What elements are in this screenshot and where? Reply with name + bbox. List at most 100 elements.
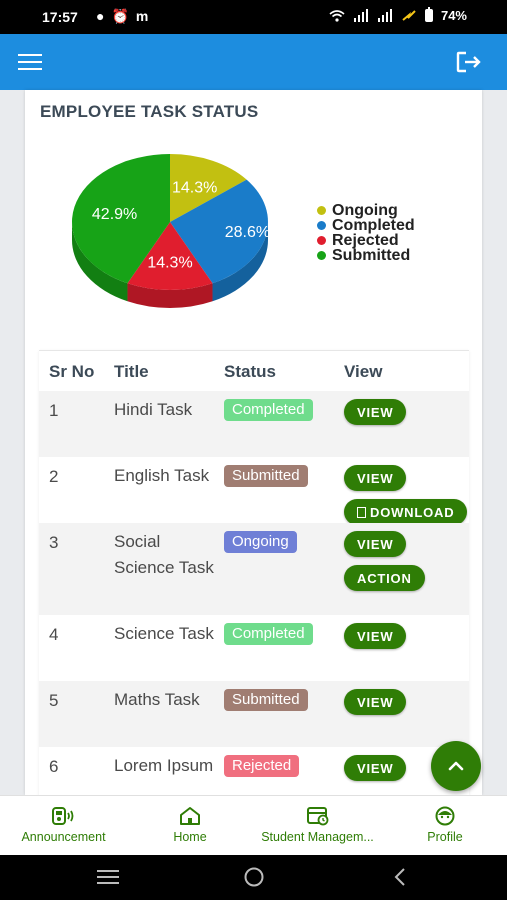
pie-label-ongoing: 14.3% [172,179,217,196]
task-table: Sr No Title Status View 1 Hindi Task Compl… [39,350,469,795]
button-label: VIEW [357,628,394,644]
cell-sr-no: 4 [49,625,59,644]
button-label: ACTION [357,570,412,586]
legend-dot [317,221,326,230]
logout-icon[interactable] [455,50,483,74]
scroll-to-top-button[interactable] [431,741,481,791]
cell-title: Maths Task [114,690,200,709]
legend-item-submitted: Submitted [317,246,415,264]
pie-label-completed: 28.6% [225,224,270,241]
cell-status: Ongoing [224,531,297,553]
button-label: DOWNLOAD [370,504,455,520]
view-button[interactable]: VIEW [344,465,407,491]
cell-status: Completed [224,623,313,645]
home-circle-icon[interactable] [242,867,266,887]
status-badge: Completed [224,399,313,421]
legend-dot [317,251,326,260]
cell-title: Hindi Task [114,400,193,419]
button-label: VIEW [357,536,394,552]
document-icon [357,506,366,518]
wifi-icon [329,10,345,22]
cell-title: Lorem Ipsum [114,756,214,775]
pie-label-submitted: 42.9% [92,206,137,223]
download-button[interactable]: DOWNLOAD [344,499,468,525]
table-row: 3 Social Science Task Ongoing VIEW ACTION [39,523,469,615]
recent-apps-icon[interactable] [95,867,121,887]
signal-icon-2 [377,9,392,22]
table-row: 1 Hindi Task Completed VIEW [39,391,469,457]
nav-home-label: Home [173,830,207,844]
view-button[interactable]: VIEW [344,399,407,425]
view-button[interactable]: VIEW [344,531,407,557]
cell-title: Social Science Task [114,532,214,577]
nav-announcement[interactable]: Announcement [6,796,121,856]
table-body: 1 Hindi Task Completed VIEW 2 English Task Sub… [39,391,469,795]
status-badge: Submitted [224,689,308,711]
view-button[interactable]: VIEW [344,623,407,649]
cell-status: Completed [224,399,313,421]
view-button[interactable]: VIEW [344,755,407,781]
pie-label-rejected: 14.3% [147,254,192,271]
cell-title: Science Task [114,624,214,643]
bottom-navigation: Announcement Home Student Managem... Pro… [0,795,507,855]
cell-actions: VIEW DOWNLOAD [344,465,468,525]
announcement-icon [51,807,73,825]
button-label: VIEW [357,760,394,776]
battery-saver-icon [402,10,416,21]
cell-sr-no: 2 [49,467,59,486]
cell-sr-no: 1 [49,401,59,420]
cell-sr-no: 3 [49,533,59,552]
header-status: Status [224,362,276,381]
cell-actions: VIEW [344,689,407,715]
button-label: VIEW [357,694,394,710]
profile-icon [435,806,455,826]
carrier-icon: m [135,8,149,24]
cell-actions: VIEW [344,755,407,781]
app-bar [0,34,507,90]
nav-profile[interactable]: Profile [410,796,480,856]
cell-title: English Task [114,466,210,485]
chevron-up-icon [448,761,464,771]
home-icon [180,807,200,825]
system-navigation-bar [0,855,507,900]
table-row: 4 Science Task Completed VIEW [39,615,469,681]
status-badge: Rejected [224,755,300,777]
legend-dot [317,236,326,245]
table-row: 5 Maths Task Submitted VIEW [39,681,469,747]
legend-label: Submitted [332,246,411,264]
student-management-icon [306,807,328,826]
cell-status: Rejected [224,755,300,777]
header-title: Title [114,362,149,381]
nav-student-management-label: Student Managem... [261,830,374,844]
nav-announcement-label: Announcement [21,830,106,844]
back-icon[interactable] [390,867,410,887]
alarm-clock-icon: ⏰ [111,8,129,24]
table-header: Sr No Title Status View [39,351,469,391]
cell-sr-no: 5 [49,691,59,710]
battery-icon [424,7,433,22]
main-content: EMPLOYEE TASK STATUS 14.3% 28.6% 14.3% 42.9… [25,90,482,795]
nav-student-management[interactable]: Student Managem... [250,796,385,856]
battery-percent: 74% [440,8,467,23]
status-badge: Completed [224,623,313,645]
header-sr-no: Sr No [49,362,95,381]
action-button[interactable]: ACTION [344,565,425,591]
status-bar: 17:57 ● ⏰ m 74% [0,0,507,34]
cell-status: Submitted [224,689,308,711]
notification-icons: ● ⏰ m [96,8,148,25]
legend-dot [317,206,326,215]
task-status-pie-chart: 14.3% 28.6% 14.3% 42.9% [72,154,270,308]
menu-icon[interactable] [18,54,42,70]
header-view: View [344,362,383,381]
cell-sr-no: 6 [49,757,59,776]
nav-home[interactable]: Home [150,796,230,856]
signal-icon [353,9,368,22]
cell-actions: VIEW ACTION [344,531,425,591]
status-time: 17:57 [42,9,78,25]
button-label: VIEW [357,404,394,420]
cell-actions: VIEW [344,623,407,649]
table-row: 2 English Task Submitted VIEW DOWNLOAD [39,457,469,525]
button-label: VIEW [357,470,394,486]
view-button[interactable]: VIEW [344,689,407,715]
nav-profile-label: Profile [427,830,463,844]
